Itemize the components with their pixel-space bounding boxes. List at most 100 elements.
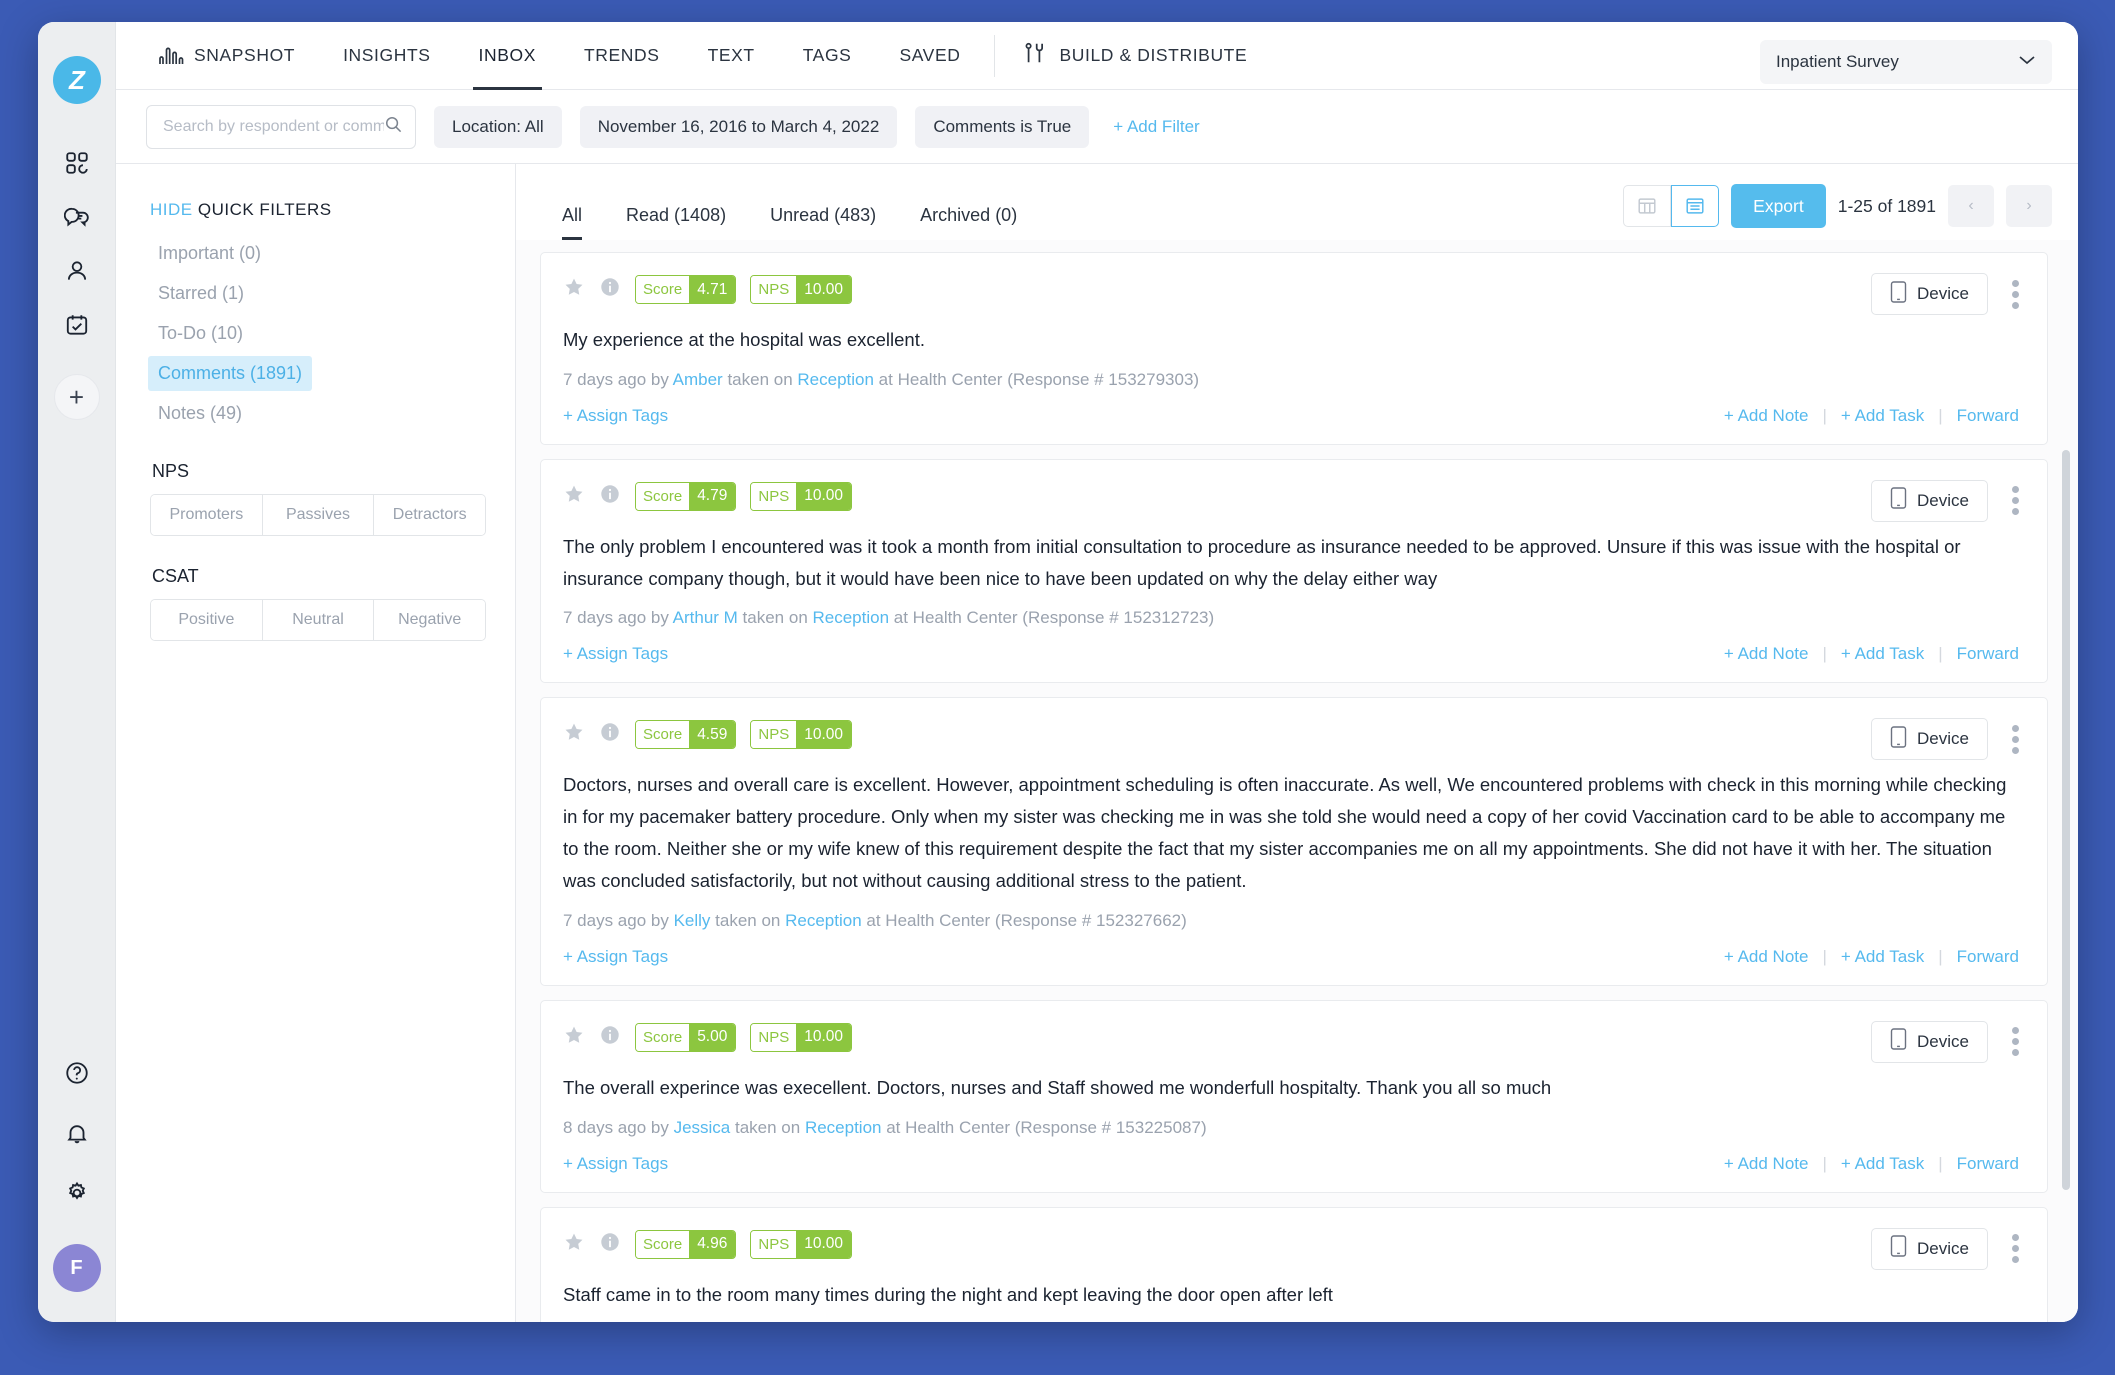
nps-option-promoters[interactable]: Promoters — [151, 495, 263, 535]
assign-tags-button[interactable]: + Assign Tags — [563, 1154, 668, 1174]
add-note-button[interactable]: + Add Note — [1710, 1154, 1823, 1174]
add-task-button[interactable]: + Add Task — [1827, 406, 1938, 426]
comment-card[interactable]: Score 4.71 NPS 10.00 Device My experienc… — [540, 252, 2048, 445]
assign-tags-button[interactable]: + Assign Tags — [563, 406, 668, 426]
search-input[interactable] — [163, 117, 384, 136]
meta-user-link[interactable]: Amber — [673, 370, 723, 389]
more-options-icon[interactable] — [2008, 482, 2023, 519]
nav-item-insights[interactable]: INSIGHTS — [319, 22, 454, 90]
forward-button[interactable]: Forward — [1943, 406, 2019, 426]
help-icon[interactable] — [50, 1046, 104, 1100]
meta-channel-link[interactable]: Reception — [785, 911, 862, 930]
device-button[interactable]: Device — [1871, 273, 1988, 315]
left-nav-rail: Z + F — [38, 22, 116, 1322]
csat-option-neutral[interactable]: Neutral — [262, 600, 375, 640]
meta-channel-link[interactable]: Reception — [805, 1118, 882, 1137]
add-note-button[interactable]: + Add Note — [1710, 406, 1823, 426]
search-icon[interactable] — [384, 115, 403, 139]
comment-card[interactable]: Score 4.96 NPS 10.00 Device Staff came i… — [540, 1206, 2048, 1322]
device-button[interactable]: Device — [1871, 718, 1988, 761]
meta-channel-link[interactable]: Reception — [813, 608, 890, 627]
star-icon[interactable] — [563, 1231, 585, 1258]
pagination-count: 1-25 of 1891 — [1837, 195, 1936, 216]
more-options-icon[interactable] — [2008, 1230, 2023, 1267]
add-task-button[interactable]: + Add Task — [1827, 1154, 1938, 1174]
info-icon[interactable] — [599, 1231, 621, 1258]
meta-channel-link[interactable]: Reception — [797, 370, 874, 389]
tab-unread[interactable]: Unread (483) — [748, 205, 898, 240]
nps-option-detractors[interactable]: Detractors — [374, 495, 485, 535]
user-avatar[interactable]: F — [52, 1244, 101, 1292]
forward-button[interactable]: Forward — [1943, 644, 2019, 664]
nav-item-saved[interactable]: SAVED — [875, 22, 984, 90]
add-filter-button[interactable]: + Add Filter — [1113, 117, 1199, 137]
more-options-icon[interactable] — [2008, 1023, 2023, 1060]
meta-user-link[interactable]: Kelly — [674, 911, 711, 930]
star-icon[interactable] — [563, 721, 585, 748]
nav-item-inbox[interactable]: INBOX — [455, 22, 560, 90]
notifications-bell-icon[interactable] — [50, 1106, 104, 1160]
comment-card[interactable]: Score 4.59 NPS 10.00 Device Doctors, nur… — [540, 697, 2048, 986]
filter-chip-location[interactable]: Location: All — [434, 105, 562, 148]
conversations-icon[interactable] — [50, 190, 104, 244]
filter-chip-date-range[interactable]: November 16, 2016 to March 4, 2022 — [579, 105, 898, 148]
more-options-icon[interactable] — [2008, 721, 2023, 758]
star-icon[interactable] — [563, 1024, 585, 1051]
app-logo[interactable]: Z — [52, 56, 101, 104]
device-button[interactable]: Device — [1871, 479, 1988, 522]
star-icon[interactable] — [563, 483, 585, 510]
star-icon[interactable] — [563, 276, 585, 303]
survey-selector[interactable]: Inpatient Survey — [1760, 40, 2052, 84]
add-note-button[interactable]: + Add Note — [1710, 644, 1823, 664]
device-button[interactable]: Device — [1871, 1020, 1988, 1063]
assign-tags-button[interactable]: + Assign Tags — [563, 644, 668, 664]
table-view-icon[interactable] — [1623, 185, 1672, 227]
filter-chip-comments[interactable]: Comments is True — [915, 105, 1090, 148]
device-button[interactable]: Device — [1871, 1227, 1988, 1270]
forward-button[interactable]: Forward — [1943, 1154, 2019, 1174]
add-new-button[interactable]: + — [53, 374, 100, 420]
settings-gear-icon[interactable] — [50, 1166, 104, 1220]
score-badge-label: Score — [636, 721, 690, 749]
search-box[interactable] — [146, 104, 416, 149]
csat-option-positive[interactable]: Positive — [151, 600, 263, 640]
more-options-icon[interactable] — [2008, 276, 2023, 313]
quick-filter-starred[interactable]: Starred (1) — [148, 276, 254, 311]
tasks-calendar-icon[interactable] — [50, 298, 104, 352]
dashboard-grid-icon[interactable] — [50, 136, 104, 190]
quick-filter-important[interactable]: Important (0) — [148, 236, 271, 271]
nav-item-tags[interactable]: TAGS — [779, 22, 876, 90]
assign-tags-button[interactable]: + Assign Tags — [563, 947, 668, 967]
tab-archived[interactable]: Archived (0) — [898, 205, 1039, 240]
nav-item-trends[interactable]: TRENDS — [560, 22, 684, 90]
info-icon[interactable] — [599, 483, 621, 510]
nps-option-passives[interactable]: Passives — [262, 495, 375, 535]
add-note-button[interactable]: + Add Note — [1710, 947, 1823, 967]
quick-filter-comments[interactable]: Comments (1891) — [148, 356, 313, 391]
add-task-button[interactable]: + Add Task — [1827, 947, 1938, 967]
contacts-icon[interactable] — [50, 244, 104, 298]
info-icon[interactable] — [599, 1024, 621, 1051]
comment-card[interactable]: Score 4.79 NPS 10.00 Device The only pro… — [540, 458, 2048, 684]
list-view-icon[interactable] — [1671, 185, 1720, 227]
quick-filter-notes[interactable]: Notes (49) — [148, 396, 252, 431]
add-task-button[interactable]: + Add Task — [1827, 644, 1938, 664]
vertical-scrollbar[interactable] — [2062, 450, 2070, 1190]
comment-card[interactable]: Score 5.00 NPS 10.00 Device The overall … — [540, 999, 2048, 1193]
nav-item-snapshot[interactable]: SNAPSHOT — [134, 22, 319, 90]
nav-item-build-distribute[interactable]: BUILD & DISTRIBUTE — [999, 40, 1247, 71]
nav-item-text[interactable]: TEXT — [684, 22, 779, 90]
info-icon[interactable] — [599, 276, 621, 303]
tab-read[interactable]: Read (1408) — [604, 205, 748, 240]
pagination-next-button[interactable]: › — [2006, 185, 2052, 227]
hide-quick-filters-button[interactable]: HIDE — [150, 200, 193, 219]
tab-all[interactable]: All — [540, 205, 604, 240]
info-icon[interactable] — [599, 721, 621, 748]
quick-filter-todo[interactable]: To-Do (10) — [148, 316, 253, 351]
meta-user-link[interactable]: Arthur M — [673, 608, 738, 627]
export-button[interactable]: Export — [1731, 184, 1826, 228]
meta-user-link[interactable]: Jessica — [674, 1118, 731, 1137]
forward-button[interactable]: Forward — [1943, 947, 2019, 967]
pagination-prev-button[interactable]: ‹ — [1948, 185, 1994, 227]
csat-option-negative[interactable]: Negative — [374, 600, 485, 640]
